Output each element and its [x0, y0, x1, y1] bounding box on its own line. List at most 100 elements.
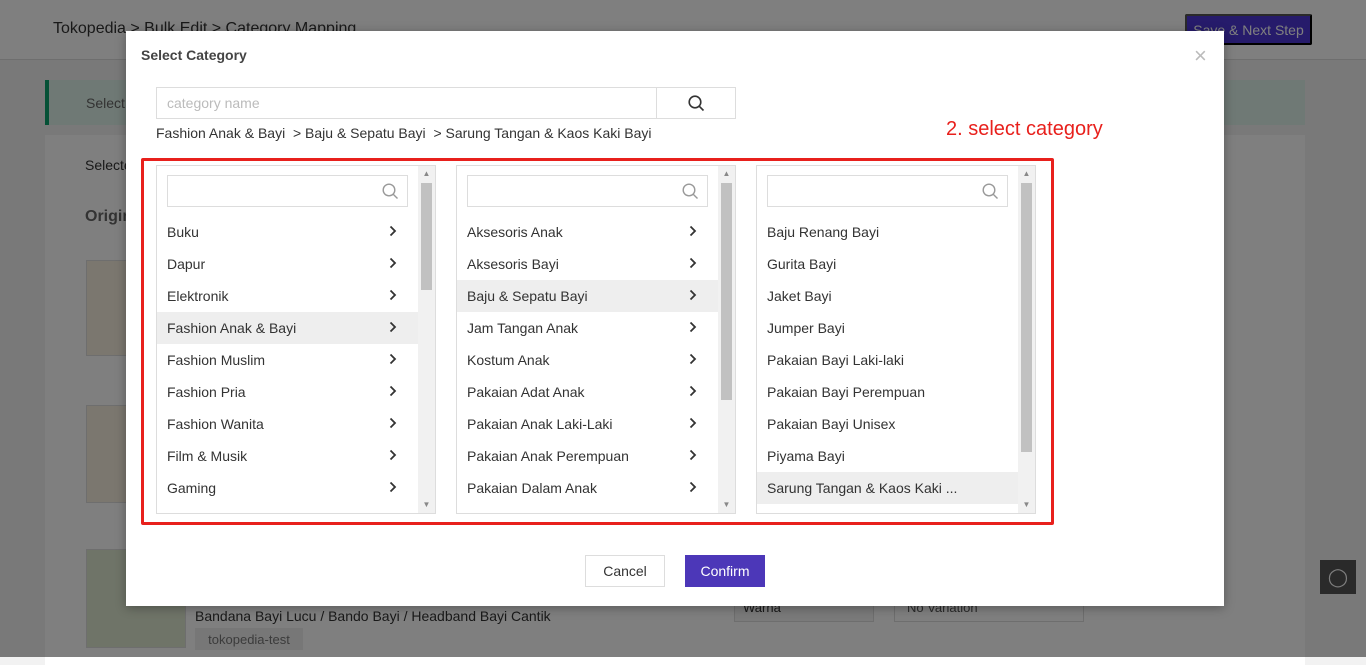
category-item[interactable]: Fashion Wanita: [157, 408, 419, 440]
category-item[interactable]: Fashion Muslim: [157, 344, 419, 376]
scrollbar-thumb[interactable]: [421, 183, 432, 290]
category-item-label: Pakaian Anak Laki-Laki: [467, 416, 613, 432]
cancel-button[interactable]: Cancel: [585, 555, 665, 587]
scrollbar[interactable]: ▲ ▼: [418, 166, 435, 513]
category-item-label: Film & Musik: [167, 448, 248, 464]
category-item[interactable]: Baju & Sepatu Bayi: [457, 280, 719, 312]
chevron-right-icon: [389, 384, 397, 400]
category-item[interactable]: Jumper Bayi: [757, 312, 1019, 344]
category-item-label: Pakaian Bayi Unisex: [767, 416, 896, 432]
chevron-right-icon: [689, 288, 697, 304]
scrollbar-thumb[interactable]: [721, 183, 732, 400]
scroll-up-icon[interactable]: ▲: [418, 166, 435, 182]
column-search-input[interactable]: [767, 175, 1008, 207]
scroll-up-icon[interactable]: ▲: [1018, 166, 1035, 182]
category-item[interactable]: Fashion Anak & Bayi: [157, 312, 419, 344]
chevron-right-icon: [389, 224, 397, 240]
category-item-label: Pakaian Bayi Laki-laki: [767, 352, 904, 368]
scroll-down-icon[interactable]: ▼: [718, 497, 735, 513]
category-item-label: Fashion Muslim: [167, 352, 266, 368]
category-item-label: Fashion Anak & Bayi: [167, 320, 297, 336]
chevron-right-icon: [689, 416, 697, 432]
category-item[interactable]: Fashion Pria: [157, 376, 419, 408]
category-item-label: Pakaian Anak Perempuan: [467, 448, 629, 464]
category-item[interactable]: Pakaian Bayi Laki-laki: [757, 344, 1019, 376]
category-item-label: Sarung Tangan & Kaos Kaki ...: [767, 480, 958, 496]
category-column-1: Buku Dapur Elektronik Fashion Anak & Bayi Fa…: [156, 165, 436, 514]
category-item[interactable]: Pakaian Adat Anak: [457, 376, 719, 408]
category-item[interactable]: Gurita Bayi: [757, 248, 1019, 280]
category-item[interactable]: Piyama Bayi: [757, 440, 1019, 472]
selected-category-path: Fashion Anak & Bayi > Baju & Sepatu Bayi…: [156, 125, 652, 141]
category-item[interactable]: Pakaian Bayi Unisex: [757, 408, 1019, 440]
scroll-up-icon[interactable]: ▲: [718, 166, 735, 182]
category-item-label: Jam Tangan Anak: [467, 320, 579, 336]
category-item[interactable]: Elektronik: [157, 280, 419, 312]
category-item-label: Baju & Sepatu Bayi: [467, 288, 588, 304]
category-item[interactable]: Sarung Tangan & Kaos Kaki ...: [757, 472, 1019, 504]
category-item-label: Gurita Bayi: [767, 256, 837, 272]
annotation-select-category: 2. select category: [946, 118, 1103, 140]
category-item-label: Kostum Anak: [467, 352, 550, 368]
category-column-3: Baju Renang Bayi Gurita Bayi Jaket Bayi Jum…: [756, 165, 1036, 514]
chevron-right-icon: [689, 384, 697, 400]
scroll-down-icon[interactable]: ▼: [1018, 497, 1035, 513]
search-icon: [382, 183, 398, 199]
category-item[interactable]: Kostum Anak: [457, 344, 719, 376]
chevron-right-icon: [689, 352, 697, 368]
column-search-input[interactable]: [167, 175, 408, 207]
scrollbar-thumb[interactable]: [1021, 183, 1032, 452]
category-item[interactable]: Pakaian Anak Perempuan: [457, 440, 719, 472]
category-item-label: Elektronik: [167, 288, 229, 304]
category-item-label: Pakaian Dalam Anak: [467, 480, 597, 496]
chevron-right-icon: [689, 480, 697, 496]
category-item-label: Jaket Bayi: [767, 288, 832, 304]
category-item-label: Fashion Wanita: [167, 416, 264, 432]
category-column-2: Aksesoris Anak Aksesoris Bayi Baju & Sepat…: [456, 165, 736, 514]
category-item[interactable]: Aksesoris Anak: [457, 216, 719, 248]
confirm-button[interactable]: Confirm: [685, 555, 765, 587]
chevron-right-icon: [689, 224, 697, 240]
modal-title: Select Category: [141, 47, 247, 63]
chevron-right-icon: [389, 352, 397, 368]
category-item-label: Dapur: [167, 256, 206, 272]
chevron-right-icon: [689, 256, 697, 272]
category-item[interactable]: Pakaian Bayi Perempuan: [757, 376, 1019, 408]
category-item[interactable]: Film & Musik: [157, 440, 419, 472]
category-item[interactable]: Aksesoris Bayi: [457, 248, 719, 280]
select-category-modal: Select Category × Fashion Anak & Bayi > …: [126, 31, 1224, 606]
category-item-label: Buku: [167, 224, 199, 240]
search-icon: [687, 94, 704, 111]
column-search-input[interactable]: [467, 175, 708, 207]
category-item-label: Piyama Bayi: [767, 448, 845, 464]
chevron-right-icon: [389, 320, 397, 336]
category-search-input[interactable]: [156, 87, 657, 119]
chevron-right-icon: [389, 480, 397, 496]
category-item[interactable]: Baju Renang Bayi: [757, 216, 1019, 248]
chevron-right-icon: [389, 416, 397, 432]
category-item[interactable]: Pakaian Anak Laki-Laki: [457, 408, 719, 440]
scroll-down-icon[interactable]: ▼: [418, 497, 435, 513]
search-icon: [982, 183, 998, 199]
category-item[interactable]: Jaket Bayi: [757, 280, 1019, 312]
search-icon: [682, 183, 698, 199]
category-item-label: Aksesoris Bayi: [467, 256, 559, 272]
category-search-button[interactable]: [656, 87, 736, 119]
category-item[interactable]: Pakaian Dalam Anak: [457, 472, 719, 504]
category-item-label: Baju Renang Bayi: [767, 224, 880, 240]
category-item-label: Gaming: [167, 480, 217, 496]
category-item[interactable]: Jam Tangan Anak: [457, 312, 719, 344]
scrollbar[interactable]: ▲ ▼: [1018, 166, 1035, 513]
chevron-right-icon: [389, 448, 397, 464]
category-item[interactable]: Dapur: [157, 248, 419, 280]
close-icon[interactable]: ×: [1194, 43, 1207, 69]
scrollbar[interactable]: ▲ ▼: [718, 166, 735, 513]
chevron-right-icon: [689, 448, 697, 464]
category-list: Baju Renang Bayi Gurita Bayi Jaket Bayi Jum…: [757, 216, 1019, 513]
category-list: Buku Dapur Elektronik Fashion Anak & Bayi Fa…: [157, 216, 419, 513]
category-item-label: Pakaian Adat Anak: [467, 384, 585, 400]
category-item[interactable]: Gaming: [157, 472, 419, 504]
chevron-right-icon: [389, 256, 397, 272]
category-item[interactable]: Buku: [157, 216, 419, 248]
category-list: Aksesoris Anak Aksesoris Bayi Baju & Sepat…: [457, 216, 719, 513]
